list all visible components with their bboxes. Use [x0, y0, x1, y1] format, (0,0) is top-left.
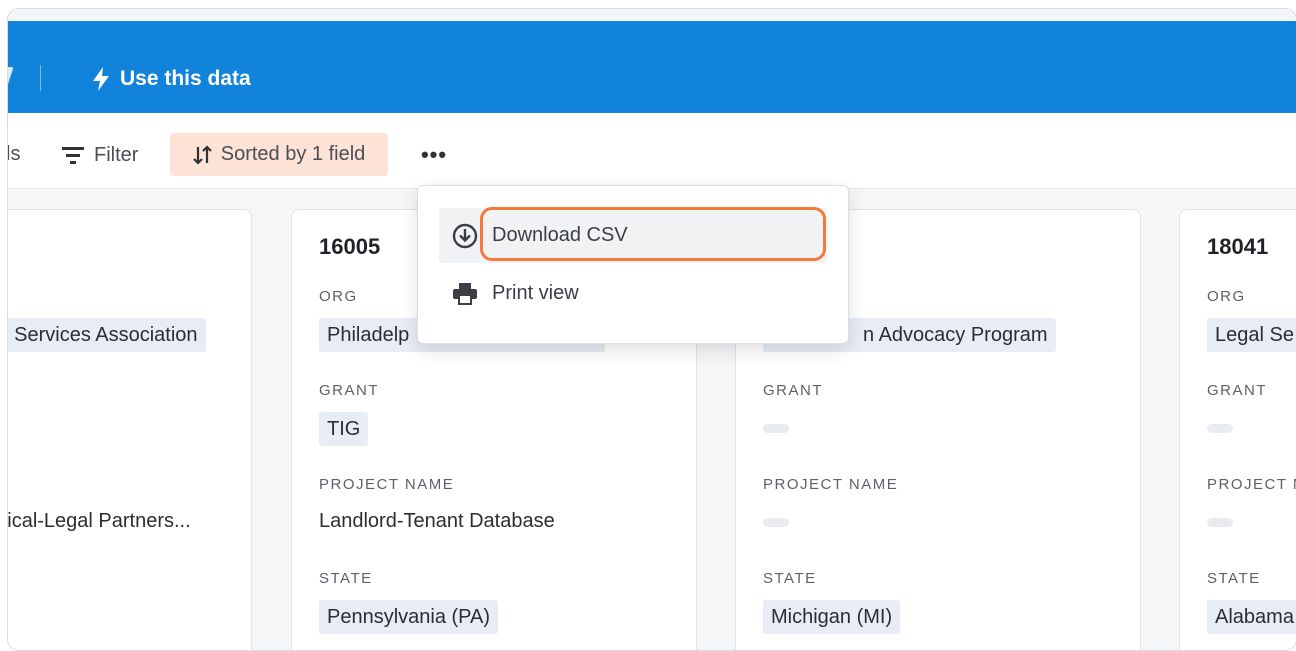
record-card[interactable]: al Services Association edical-Legal Par…	[7, 209, 252, 650]
filter-button[interactable]: Filter	[62, 137, 138, 173]
view-switcher-fragment[interactable]	[8, 67, 14, 89]
more-options-menu: Download CSV Print view	[417, 185, 849, 344]
printer-icon	[452, 281, 478, 307]
project-name-empty-value	[763, 518, 789, 527]
grant-label: GRANT	[1207, 382, 1267, 399]
download-csv-label: Download CSV	[492, 224, 628, 246]
use-this-data-label: Use this data	[120, 67, 251, 90]
print-view-label: Print view	[492, 282, 579, 304]
fields-button-partial[interactable]: ls	[8, 143, 20, 166]
download-csv-menu-item[interactable]: Download CSV	[439, 208, 827, 263]
record-id: 18041	[1207, 234, 1269, 259]
sort-label: Sorted by 1 field	[220, 143, 366, 165]
more-options-button[interactable]: •••	[418, 137, 450, 173]
state-value: Alabama	[1207, 600, 1296, 634]
more-options-icon: •••	[420, 142, 448, 167]
project-name-label: PROJECT NAME	[763, 476, 899, 493]
state-value: Pennsylvania (PA)	[319, 600, 499, 634]
grant-label: GRANT	[763, 382, 823, 399]
filter-label: Filter	[94, 143, 139, 166]
app-window: Use this data ls Filter Sorted by 1 fiel…	[7, 8, 1296, 651]
project-name-label: PROJECT NAME	[1207, 476, 1296, 493]
grant-empty-value	[763, 424, 789, 433]
print-view-menu-item[interactable]: Print view	[439, 266, 827, 321]
state-label: STATE	[1207, 570, 1261, 587]
topbar-divider	[40, 65, 41, 91]
project-name-empty-value	[1207, 518, 1233, 527]
project-name-value: Landlord-Tenant Database	[319, 510, 555, 532]
org-value: al Services Association	[8, 318, 206, 352]
download-icon	[452, 223, 478, 249]
lightning-icon	[93, 67, 109, 91]
org-value: Legal Se	[1207, 318, 1296, 352]
filter-icon	[62, 147, 84, 164]
state-value: Michigan (MI)	[763, 600, 901, 634]
sort-button[interactable]: Sorted by 1 field	[170, 133, 388, 176]
record-card[interactable]: 18041 ORG Legal Se GRANT PROJECT NAME ST…	[1179, 209, 1296, 650]
org-label: ORG	[1207, 288, 1246, 305]
sort-arrows-icon	[192, 144, 212, 165]
state-label: STATE	[319, 570, 373, 587]
org-label: ORG	[319, 288, 358, 305]
top-bar: Use this data	[8, 21, 1296, 113]
state-label: STATE	[763, 570, 817, 587]
project-name-value: edical-Legal Partners...	[7, 510, 191, 532]
use-this-data-button[interactable]: Use this data	[92, 63, 251, 95]
record-id: 16005	[319, 234, 381, 259]
view-toolbar: ls Filter Sorted by 1 field •••	[8, 113, 1296, 189]
project-name-label: PROJECT NAME	[319, 476, 455, 493]
grant-empty-value	[1207, 424, 1233, 433]
grant-value: TIG	[319, 412, 369, 446]
grant-label: GRANT	[319, 382, 379, 399]
